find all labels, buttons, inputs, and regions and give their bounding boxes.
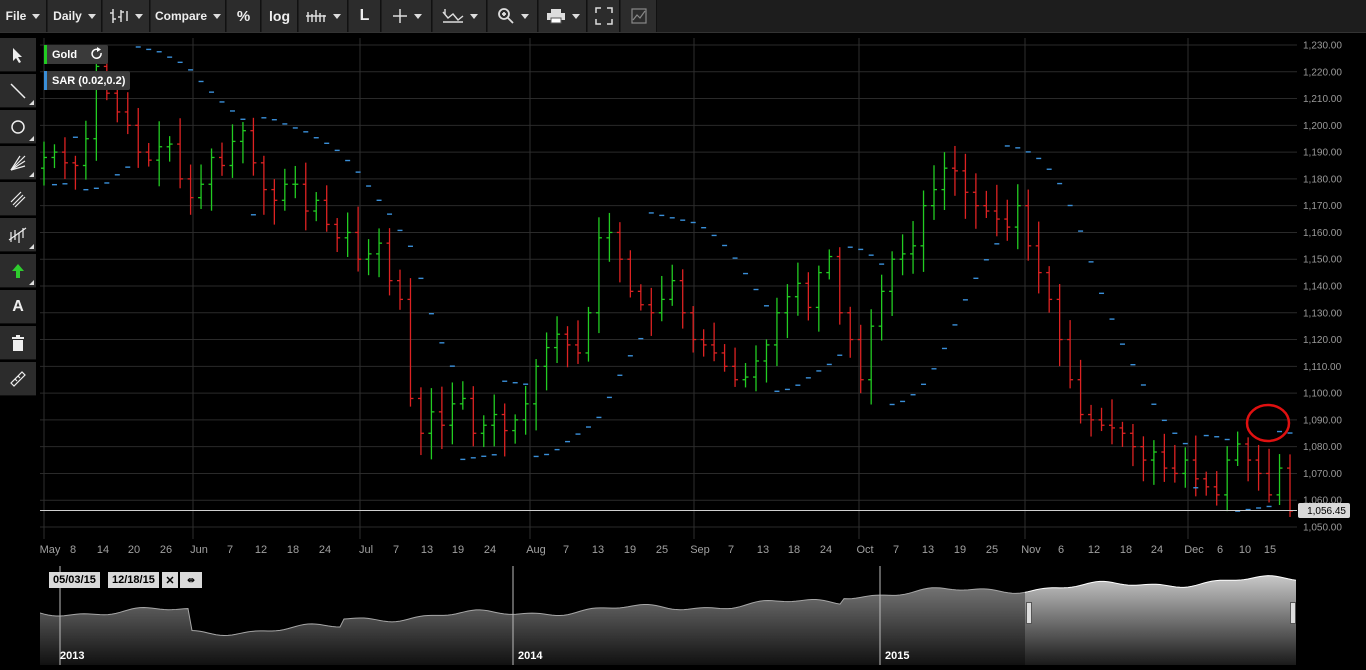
date-tick-label: 7 [227,544,233,556]
date-tick-label: 20 [128,544,140,556]
symbol-color-swatch [44,45,47,64]
date-tick-label: 12 [1088,544,1100,556]
date-tick-label: Nov [1021,544,1041,556]
price-tick-label: 1,150.00 [1303,255,1342,266]
price-tick-label: 1,070.00 [1303,469,1342,480]
price-tick-label: 1,090.00 [1303,415,1342,426]
price-tick-label: 1,200.00 [1303,121,1342,132]
date-tick-label: 7 [728,544,734,556]
date-tick-label: 8 [70,544,76,556]
price-tick-label: 1,050.00 [1303,523,1342,534]
date-tick-label: 18 [287,544,299,556]
date-tick-label: 12 [255,544,267,556]
price-tick-label: 1,110.00 [1303,362,1342,373]
price-tick-label: 1,220.00 [1303,67,1342,78]
date-tick-label: Jul [359,544,373,556]
date-tick-label: 6 [1058,544,1064,556]
date-tick-label: Jun [190,544,208,556]
indicator-legend[interactable]: SAR (0.02,0.2) [44,71,130,90]
symbol-legend-label: Gold [52,48,78,61]
date-tick-label: 24 [1151,544,1163,556]
navigator-from-date[interactable]: 05/03/15 [49,572,100,588]
price-tick-label: 1,100.00 [1303,389,1342,400]
date-tick-label: 25 [656,544,668,556]
navigator-year-2014: 2014 [518,650,543,662]
navigator-right-handle[interactable] [1290,602,1296,624]
price-tick-label: 1,180.00 [1303,174,1342,185]
navigator-year-2013: 2013 [60,650,85,662]
price-tick-label: 1,170.00 [1303,201,1342,212]
price-tick-label: 1,130.00 [1303,308,1342,319]
date-tick-label: 7 [893,544,899,556]
refresh-icon[interactable] [91,47,103,64]
date-tick-label: 18 [788,544,800,556]
price-tick-label: 1,160.00 [1303,228,1342,239]
close-icon[interactable]: ✕ [162,572,178,588]
price-tick-label: 1,120.00 [1303,335,1342,346]
date-tick-label: 10 [1239,544,1251,556]
date-tick-label: 19 [624,544,636,556]
navigator-chart[interactable] [39,566,1297,665]
price-tick-label: 1,210.00 [1303,94,1342,105]
navigator-year-2015: 2015 [885,650,910,662]
date-tick-label: Sep [690,544,710,556]
navigator-to-date[interactable]: 12/18/15 [108,572,159,588]
price-tick-label: 1,190.00 [1303,148,1342,159]
date-tick-label: 18 [1120,544,1132,556]
date-axis: May 8 14 20 26 Jun 7 12 18 24 Jul 7 13 19 24 Aug 7 13 19 25… [40,544,1277,556]
date-tick-label: May [40,544,61,556]
date-tick-label: 13 [421,544,433,556]
date-tick-label: Aug [526,544,546,556]
price-tick-label: 1,140.00 [1303,282,1342,293]
indicator-legend-label: SAR (0.02,0.2) [52,74,126,87]
date-tick-label: 13 [922,544,934,556]
date-tick-label: 24 [319,544,331,556]
price-tick-label: 1,230.00 [1303,41,1342,52]
date-tick-label: 26 [160,544,172,556]
price-axis: 1,230.00 1,220.00 1,210.00 1,200.00 1,190.00… [1303,41,1342,534]
navigator-panel[interactable]: 05/03/15 12/18/15 ✕ ⇹ 2013 2014 2015 [39,566,1297,665]
plot-area [40,38,1297,539]
date-tick-label: 13 [592,544,604,556]
date-tick-label: 15 [1264,544,1276,556]
date-tick-label: 7 [563,544,569,556]
date-tick-label: Oct [856,544,873,556]
date-tick-label: 19 [452,544,464,556]
price-tick-label: 1,080.00 [1303,442,1342,453]
date-tick-label: 24 [820,544,832,556]
date-tick-label: Dec [1184,544,1204,556]
date-tick-label: 6 [1217,544,1223,556]
expand-range-icon[interactable]: ⇹ [180,572,202,588]
date-tick-label: 19 [954,544,966,556]
symbol-legend[interactable]: Gold [44,45,108,64]
date-tick-label: 14 [97,544,109,556]
indicator-color-swatch [44,71,47,90]
current-price-label: 1,056.45 [1307,506,1346,517]
date-tick-label: 25 [986,544,998,556]
date-tick-label: 7 [393,544,399,556]
date-tick-label: 24 [484,544,496,556]
navigator-left-handle[interactable] [1026,602,1032,624]
date-tick-label: 13 [757,544,769,556]
